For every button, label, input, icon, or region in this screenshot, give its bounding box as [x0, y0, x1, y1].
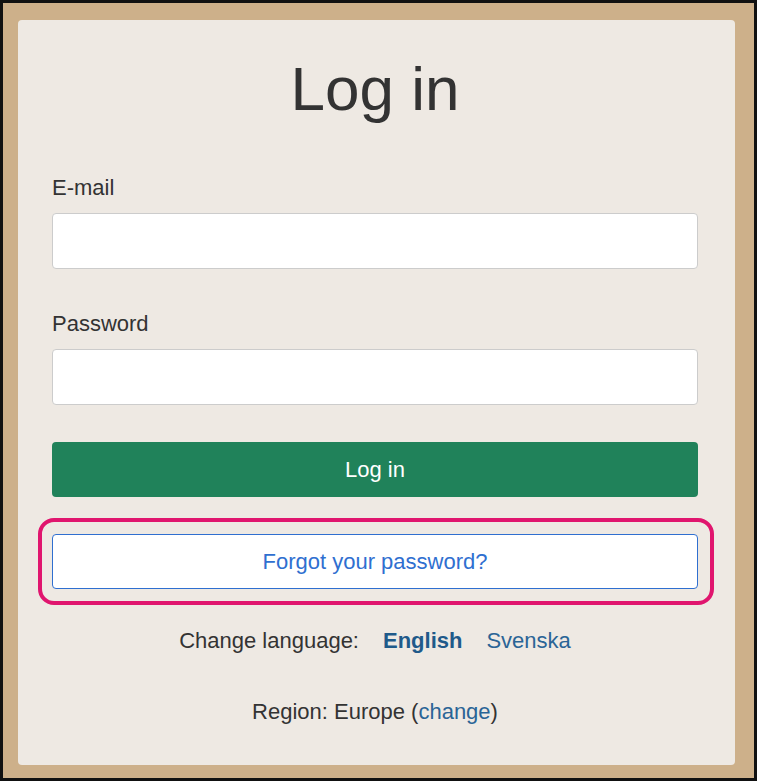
field-label: Password [52, 309, 698, 339]
field-label: E-mail [52, 173, 698, 203]
region-close: ) [491, 699, 498, 724]
region-change-link[interactable]: change [418, 699, 490, 724]
text-input[interactable] [52, 213, 698, 269]
region-row: Region: Europe (change) [52, 697, 698, 727]
form-field: E-mail [52, 173, 698, 269]
language-option[interactable]: English [383, 626, 462, 656]
login-button[interactable]: Log in [52, 442, 698, 497]
text-input[interactable] [52, 349, 698, 405]
highlight-frame: Forgot your password? [38, 518, 714, 605]
form-field: Password [52, 309, 698, 405]
language-label: Change language: [179, 626, 359, 656]
language-row: Change language: English Svenska [52, 626, 698, 656]
login-card: Log in E-mail Password Log in Forgot you… [18, 20, 735, 765]
language-option[interactable]: Svenska [486, 626, 570, 656]
region-label: Region: Europe ( [252, 699, 418, 724]
forgot-password-button[interactable]: Forgot your password? [52, 534, 698, 589]
login-screen: Log in E-mail Password Log in Forgot you… [0, 0, 757, 781]
login-title: Log in [52, 50, 698, 127]
